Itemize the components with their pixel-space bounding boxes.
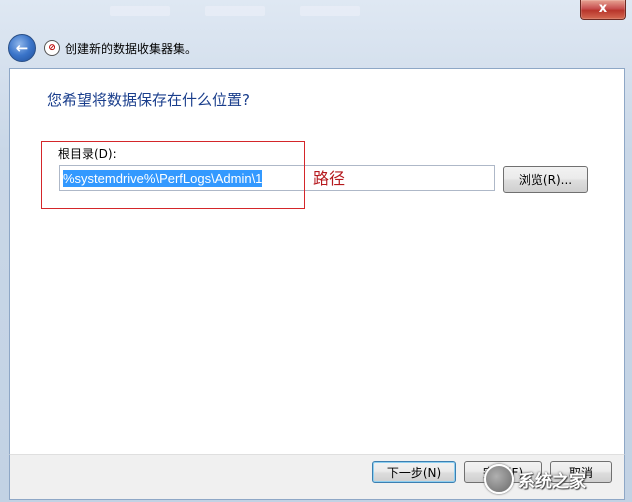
back-arrow-icon: ←	[15, 39, 29, 57]
annotation-highlight-box	[41, 141, 305, 209]
annotation-label: 路径	[313, 169, 346, 188]
wizard-title: 创建新的数据收集器集。	[65, 41, 198, 56]
watermark: 系统之家	[484, 462, 624, 496]
background-title-ghost	[110, 6, 170, 16]
background-title-ghost	[205, 6, 265, 16]
data-collector-set-icon: ⊘	[44, 40, 60, 56]
browse-button[interactable]: 浏览(R)...	[503, 166, 588, 193]
watermark-text: 系统之家	[518, 471, 586, 492]
next-button[interactable]: 下一步(N)	[372, 461, 456, 483]
background-title-ghost	[300, 6, 360, 16]
wizard-content: 您希望将数据保存在什么位置? 根目录(D): %systemdrive%\Per…	[9, 68, 625, 456]
page-heading: 您希望将数据保存在什么位置?	[47, 91, 250, 109]
back-button[interactable]: ←	[8, 34, 36, 62]
watermark-logo-icon	[484, 464, 514, 494]
window-frame: x ← ⊘ 创建新的数据收集器集。 您希望将数据保存在什么位置? 根目录(D):…	[0, 0, 632, 502]
wizard-nav-bar: ← ⊘ 创建新的数据收集器集。	[8, 32, 624, 64]
close-button[interactable]: x	[580, 0, 626, 20]
close-icon: x	[598, 1, 608, 16]
